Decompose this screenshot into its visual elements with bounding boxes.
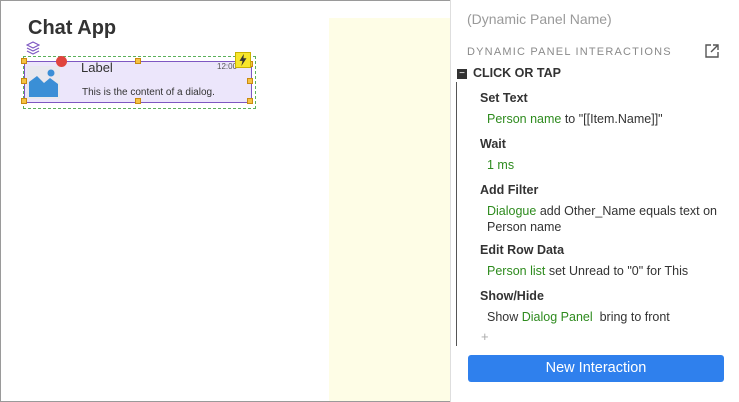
widget-content: This is the content of a dialog. — [82, 87, 215, 98]
resize-handle-bottom[interactable] — [135, 98, 141, 104]
action-detail-show-hide[interactable]: Show Dialog Panel bring to front — [487, 309, 732, 325]
resize-handle-bottom-left[interactable] — [21, 98, 27, 104]
action-title-wait[interactable]: Wait — [480, 137, 506, 151]
action-target: Dialog Panel — [521, 310, 593, 324]
action-detail-set-text[interactable]: Person name to "[[Item.Name]]" — [487, 111, 732, 127]
panel-name-input[interactable]: (Dynamic Panel Name) — [467, 11, 612, 27]
resize-handle-right[interactable] — [247, 78, 253, 84]
collapse-icon[interactable]: − — [457, 69, 467, 79]
resize-handle-top-left[interactable] — [21, 58, 27, 64]
lightning-icon[interactable] — [235, 52, 251, 68]
action-target: Person list — [487, 264, 546, 278]
popout-icon[interactable] — [704, 43, 720, 59]
widget-label: Label — [81, 60, 113, 75]
interactions-panel: (Dynamic Panel Name) DYNAMIC PANEL INTER… — [450, 0, 739, 402]
section-title: DYNAMIC PANEL INTERACTIONS — [467, 46, 672, 58]
canvas-title: Chat App — [28, 17, 117, 39]
action-text: set Unread to "0" for This — [545, 264, 689, 278]
action-detail-wait[interactable]: 1 ms — [487, 157, 732, 173]
dynamic-panel-widget[interactable]: Label 12:00 This is the content of a dia… — [24, 60, 252, 103]
action-title-edit-row-data[interactable]: Edit Row Data — [480, 243, 564, 257]
action-title-add-filter[interactable]: Add Filter — [480, 183, 538, 197]
action-target: Dialogue — [487, 204, 537, 218]
add-action-button[interactable]: + — [481, 329, 489, 344]
action-detail-add-filter[interactable]: Dialogue add Other_Name equals text on P… — [487, 203, 732, 235]
action-target: Person name — [487, 112, 562, 126]
action-target: 1 ms — [487, 158, 515, 172]
action-detail-edit-row-data[interactable]: Person list set Unread to "0" for This — [487, 263, 732, 279]
event-click-or-tap[interactable]: CLICK OR TAP — [473, 66, 561, 80]
action-title-set-text[interactable]: Set Text — [480, 91, 528, 105]
action-text: bring to front — [592, 310, 670, 324]
resize-handle-top[interactable] — [135, 58, 141, 64]
new-interaction-button[interactable]: New Interaction — [468, 355, 724, 382]
action-prefix: Show — [487, 310, 522, 324]
action-title-show-hide[interactable]: Show/Hide — [480, 289, 544, 303]
notification-dot — [56, 56, 67, 67]
event-group-line — [456, 82, 457, 346]
resize-handle-bottom-right[interactable] — [247, 98, 253, 104]
canvas-guide-area — [329, 18, 450, 401]
layers-icon[interactable] — [26, 41, 40, 55]
action-text: to "[[Item.Name]]" — [561, 112, 663, 126]
resize-handle-left[interactable] — [21, 78, 27, 84]
image-icon — [27, 66, 60, 99]
